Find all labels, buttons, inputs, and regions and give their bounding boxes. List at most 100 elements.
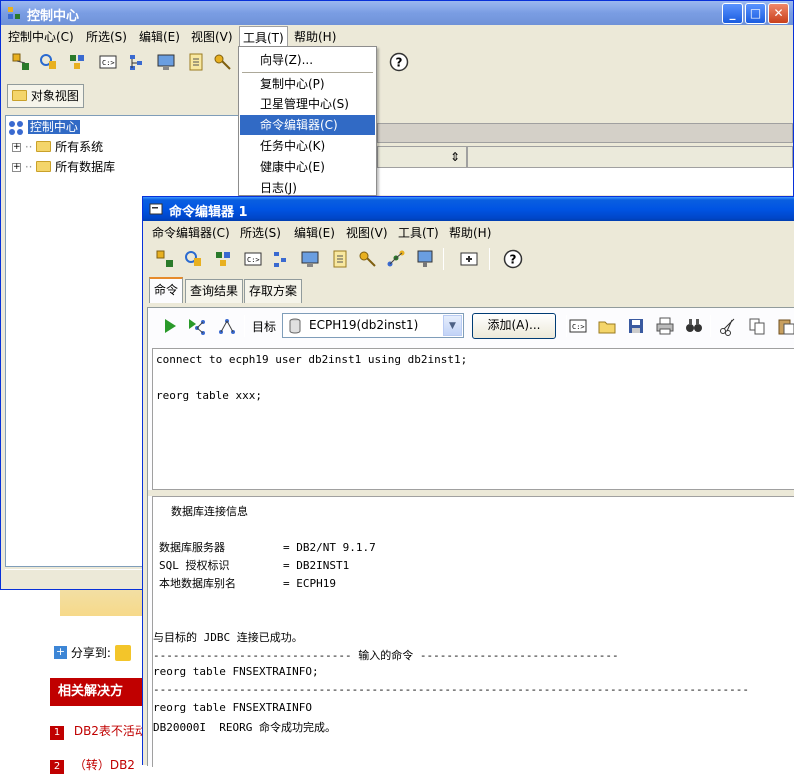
control-center-tool-icon[interactable] [155,249,175,269]
related-link-2[interactable]: 2 （转）DB2 [50,756,135,774]
menu-item-health-center[interactable]: 健康中心(E) [240,157,375,177]
output-heading: 数据库连接信息 [171,505,248,518]
menu-item-wizard[interactable]: 向导(Z)... [240,50,375,70]
contents-header-bar [377,123,793,143]
command-editor-icon[interactable]: C:> [243,249,263,269]
health-center-icon[interactable] [300,249,320,269]
health-center-icon[interactable] [156,52,176,72]
background-webpage: + 分享到: 相关解决方 1 DB2表不活动 2 （转）DB2 [0,586,147,774]
menu-item-task-center[interactable]: 任务中心(K) [240,136,375,156]
task-center-icon[interactable] [271,249,291,269]
print-icon[interactable] [655,316,675,336]
maximize-button[interactable]: □ [745,3,766,24]
menu-edit[interactable]: 编辑(E) [136,28,183,45]
menu-tools[interactable]: 工具(T) [395,224,442,241]
menu-separator [242,72,373,73]
menu-item-satellite-admin[interactable]: 卫星管理中心(S) [240,94,375,114]
tree-root-label: 控制中心 [27,120,80,134]
cut-icon[interactable] [718,316,738,336]
tree-item-all-databases[interactable]: + ·· 所有数据库 [12,158,115,176]
tab-access-plan[interactable]: 存取方案 [244,279,303,303]
open-folder-icon[interactable] [597,316,617,336]
menu-selected[interactable]: 所选(S) [83,28,130,45]
menu-item-replication-center[interactable]: 复制中心(P) [240,74,375,94]
control-center-toolbar: C:> ? [1,47,793,77]
menu-command-editor[interactable]: 命令编辑器(C) [149,224,233,241]
menu-selected[interactable]: 所选(S) [237,224,284,241]
license-center-icon[interactable] [213,52,233,72]
share-qzone-icon[interactable] [114,644,131,661]
command-input-area[interactable]: connect to ecph19 user db2inst1 using db… [152,348,794,490]
command-editor-titlebar[interactable]: 命令编辑器 1 [143,197,794,221]
share-row[interactable]: + 分享到: [54,644,131,661]
menu-view[interactable]: 视图(V) [343,224,391,241]
satellite-admin-icon[interactable] [67,52,87,72]
related-heading: 相关解决方 [50,678,146,706]
execute-explain-icon[interactable] [187,316,207,336]
journal-icon[interactable] [330,249,350,269]
command-editor-toolbar: C:> ? [143,243,794,275]
svg-text:C:>: C:> [102,59,115,67]
output-result: DB20000I REORG 命令成功完成。 [153,721,336,734]
expand-icon[interactable]: + [12,143,21,152]
menu-edit[interactable]: 编辑(E) [291,224,338,241]
menu-help[interactable]: 帮助(H) [446,224,494,241]
command-line-2: reorg table xxx; [156,389,262,402]
menu-item-journal[interactable]: 日志(J) [240,178,375,198]
contents-list [377,168,793,195]
menu-item-command-editor[interactable]: 命令编辑器(C) [240,115,375,135]
command-editor-icon[interactable]: C:> [98,52,118,72]
replication-center-icon[interactable] [184,249,204,269]
toolbar-separator [244,315,245,337]
journal-icon[interactable] [186,52,206,72]
output-row-server: 数据库服务器 = DB2/NT 9.1.7 [159,539,376,555]
object-view-tab[interactable]: 对象视图 [7,84,84,108]
related-text-2[interactable]: （转）DB2 [74,758,135,772]
tree-root[interactable]: 控制中心 [8,118,80,136]
copy-icon[interactable] [747,316,767,336]
control-center-titlebar[interactable]: 控制中心 _ □ ✕ [1,1,793,25]
monitor-icon[interactable] [415,249,435,269]
task-center-icon[interactable] [127,52,147,72]
target-select[interactable]: ECPH19(db2inst1) ▼ [282,313,464,338]
menu-help[interactable]: 帮助(H) [291,28,339,45]
related-text-1[interactable]: DB2表不活动 [74,724,147,738]
menu-view[interactable]: 视图(V) [188,28,236,45]
close-button[interactable]: ✕ [768,3,789,24]
help-icon[interactable]: ? [503,249,523,269]
tree-item-label: 所有系统 [55,140,104,154]
save-icon[interactable] [626,316,646,336]
command-editor-menubar: 命令编辑器(C) 所选(S) 编辑(E) 视图(V) 工具(T) 帮助(H) [143,221,794,243]
find-icon[interactable] [684,316,704,336]
output-row-label: SQL 授权标识 [159,559,230,572]
execute-icon[interactable] [160,316,180,336]
output-command-1: reorg table FNSEXTRAINFO; [153,665,319,678]
control-center-tool-icon[interactable] [11,52,31,72]
replication-center-icon[interactable] [39,52,59,72]
help-icon[interactable]: ? [389,52,409,72]
tab-commands[interactable]: 命令 [149,277,184,303]
add-button[interactable]: 添加(A)... [472,313,556,339]
paste-icon[interactable] [776,316,794,336]
menu-tools[interactable]: 工具(T) [239,26,288,48]
command-window-icon[interactable]: C:> [568,316,588,336]
satellite-admin-icon[interactable] [213,249,233,269]
column-header-empty[interactable] [467,146,793,168]
folder-icon [12,90,27,101]
visual-explain-icon[interactable] [386,249,406,269]
related-link-1[interactable]: 1 DB2表不活动 [50,722,147,740]
control-center-tree-icon [9,120,23,135]
add-panel-icon[interactable] [459,249,479,269]
control-center-title: 控制中心 [27,9,80,24]
expand-icon[interactable]: + [12,163,21,172]
tree-item-all-systems[interactable]: + ·· 所有系统 [12,138,103,156]
explain-icon[interactable] [217,316,237,336]
column-header[interactable]: ⇕ [377,146,467,168]
command-line-1: connect to ecph19 user db2inst1 using db… [156,353,468,366]
menu-control-center[interactable]: 控制中心(C) [5,28,77,45]
license-center-icon[interactable] [358,249,378,269]
tab-query-results[interactable]: 查询结果 [185,279,244,303]
minimize-button[interactable]: _ [722,3,743,24]
chevron-down-icon[interactable]: ▼ [443,315,462,336]
svg-text:?: ? [510,253,517,267]
